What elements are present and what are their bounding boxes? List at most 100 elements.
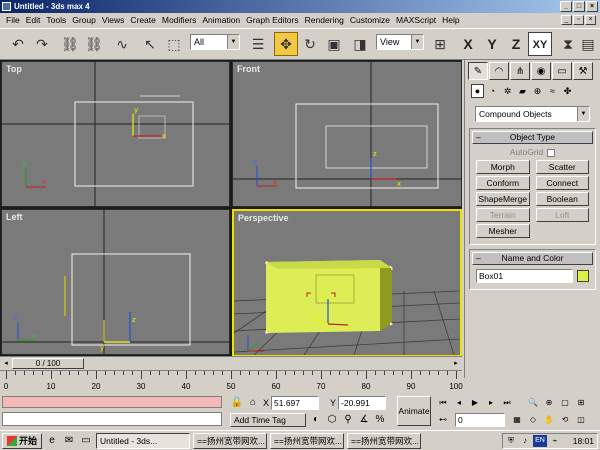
- outlook-icon[interactable]: ✉: [62, 434, 76, 448]
- axis-xy-button[interactable]: XY: [528, 32, 552, 56]
- pivot-center-icon[interactable]: ⊞: [428, 32, 452, 56]
- axis-y-button[interactable]: Y: [480, 32, 504, 56]
- unlink-icon[interactable]: ⛓: [82, 32, 106, 56]
- menu-edit[interactable]: Edit: [23, 13, 44, 28]
- min-max-toggle-icon[interactable]: ◫: [574, 413, 588, 426]
- viewport-perspective[interactable]: z x Perspective: [232, 209, 462, 357]
- play-icon[interactable]: ▶: [468, 396, 482, 409]
- next-frame-icon[interactable]: ▸: [451, 358, 461, 369]
- zoom-extents-all-icon[interactable]: ⊞: [574, 396, 588, 409]
- snap-icon[interactable]: ⚲: [341, 413, 355, 427]
- doc-restore-button[interactable]: ▫: [573, 15, 584, 25]
- create-tab-icon[interactable]: ✎: [468, 62, 488, 80]
- volume-icon[interactable]: ♪: [519, 435, 531, 447]
- minimize-button[interactable]: _: [560, 1, 572, 12]
- percent-snap-icon[interactable]: %: [373, 413, 387, 427]
- viewport-left[interactable]: z y z y Left: [1, 209, 230, 355]
- viewport-left-label[interactable]: Left: [6, 212, 23, 222]
- desktop-icon[interactable]: ▭: [79, 434, 93, 448]
- zoom-icon[interactable]: 🔍: [526, 396, 540, 409]
- selection-filter-dropdown[interactable]: All ▼: [190, 34, 240, 50]
- shapemerge-button[interactable]: ShapeMerge: [476, 192, 530, 206]
- prev-key-icon[interactable]: ◂: [452, 396, 466, 409]
- bind-space-warp-icon[interactable]: ∿: [110, 32, 134, 56]
- loft-button[interactable]: Loft: [535, 208, 589, 222]
- helpers-icon[interactable]: ⊕: [531, 84, 544, 98]
- cameras-icon[interactable]: ▰: [516, 84, 529, 98]
- viewport-front[interactable]: z x z x Front: [232, 61, 462, 207]
- start-button[interactable]: 开始: [2, 432, 43, 449]
- select-icon[interactable]: ↖: [138, 32, 162, 56]
- zoom-all-icon[interactable]: ⊕: [542, 396, 556, 409]
- menu-graph-editors[interactable]: Graph Editors: [243, 13, 301, 28]
- select-region-icon[interactable]: ⬚: [162, 32, 186, 56]
- add-time-tag-button[interactable]: Add Time Tag: [230, 413, 306, 427]
- key-mode-icon[interactable]: ⊷: [436, 413, 450, 426]
- y-coordinate-input[interactable]: -20.991: [338, 396, 387, 410]
- prev-frame-icon[interactable]: ◂: [1, 358, 11, 369]
- menu-animation[interactable]: Animation: [199, 13, 243, 28]
- array-icon[interactable]: ▤: [576, 32, 600, 56]
- viewport-shading-icon[interactable]: ◐: [309, 413, 323, 427]
- goto-end-icon[interactable]: ⏭: [500, 396, 514, 409]
- morph-button[interactable]: Morph: [476, 160, 530, 174]
- menu-maxscript[interactable]: MAXScript: [393, 13, 439, 28]
- motion-tab-icon[interactable]: ◉: [531, 62, 551, 80]
- systems-icon[interactable]: ✤: [561, 84, 574, 98]
- angle-snap-icon[interactable]: ∡: [357, 413, 371, 427]
- axis-x-button[interactable]: X: [456, 32, 480, 56]
- menu-views[interactable]: Views: [99, 13, 128, 28]
- terrain-button[interactable]: Terrain: [476, 208, 530, 222]
- time-slider-thumb[interactable]: 0 / 100: [12, 358, 84, 369]
- hierarchy-tab-icon[interactable]: ⋔: [510, 62, 530, 80]
- maxscript-listener[interactable]: [2, 396, 222, 408]
- object-color-swatch[interactable]: [577, 270, 589, 282]
- viewport-front-label[interactable]: Front: [237, 64, 260, 74]
- object-type-header[interactable]: – Object Type: [472, 131, 593, 144]
- next-key-icon[interactable]: ▸: [484, 396, 498, 409]
- redo-icon[interactable]: ↷: [30, 32, 54, 56]
- boolean-button[interactable]: Boolean: [535, 192, 589, 206]
- viewport-top-label[interactable]: Top: [6, 64, 22, 74]
- track-bar[interactable]: 0 10 20 30 40 50 60 70 80 90 100: [0, 370, 463, 392]
- taskbar-task-browser-1[interactable]: ==扬州宽带网欢...: [193, 432, 268, 449]
- reference-coord-dropdown[interactable]: View ▼: [376, 34, 424, 50]
- taskbar-task-browser-2[interactable]: ==扬州宽带网欢...: [270, 432, 345, 449]
- menu-create[interactable]: Create: [127, 13, 159, 28]
- doc-minimize-button[interactable]: _: [561, 15, 572, 25]
- select-by-name-icon[interactable]: ☰: [246, 32, 270, 56]
- close-button[interactable]: ×: [586, 1, 598, 12]
- move-icon[interactable]: ✥: [274, 32, 298, 56]
- menu-customize[interactable]: Customize: [347, 13, 393, 28]
- viewport-perspective-label[interactable]: Perspective: [238, 213, 289, 223]
- space-warps-icon[interactable]: ≈: [546, 84, 559, 98]
- language-indicator[interactable]: EN: [533, 435, 547, 447]
- menu-rendering[interactable]: Rendering: [302, 13, 347, 28]
- undo-icon[interactable]: ↶: [6, 32, 30, 56]
- zoom-extents-icon[interactable]: ▢: [558, 396, 572, 409]
- autogrid-checkbox[interactable]: AutoGrid: [470, 146, 595, 158]
- viewport-top[interactable]: y x y x Top: [1, 61, 230, 207]
- arc-rotate-icon[interactable]: ⟲: [558, 413, 572, 426]
- mesher-button[interactable]: Mesher: [476, 224, 530, 238]
- browser-icon[interactable]: e: [45, 434, 59, 448]
- shapes-icon[interactable]: ◔: [486, 84, 499, 98]
- menu-modifiers[interactable]: Modifiers: [159, 13, 199, 28]
- autogrid-checkbox-box[interactable]: [547, 148, 556, 157]
- scale-options-icon[interactable]: ◨: [348, 32, 372, 56]
- shield-icon[interactable]: ⛨: [505, 435, 517, 447]
- field-of-view-icon[interactable]: ◇: [526, 413, 540, 426]
- doc-close-button[interactable]: ×: [585, 15, 596, 25]
- connect-button[interactable]: Connect: [535, 176, 589, 190]
- axis-z-button[interactable]: Z: [504, 32, 528, 56]
- menu-tools[interactable]: Tools: [43, 13, 69, 28]
- lock-selection-icon[interactable]: 🔒: [230, 396, 244, 410]
- taskbar-task-browser-3[interactable]: ==扬州宽带网欢...: [347, 432, 422, 449]
- network-icon[interactable]: ⌁: [549, 435, 561, 447]
- goto-start-icon[interactable]: ⏮: [436, 396, 450, 409]
- link-icon[interactable]: ⛓: [58, 32, 82, 56]
- rotate-icon[interactable]: ↻: [298, 32, 322, 56]
- pan-icon[interactable]: ✋: [542, 413, 556, 426]
- scatter-button[interactable]: Scatter: [535, 160, 589, 174]
- menu-help[interactable]: Help: [439, 13, 462, 28]
